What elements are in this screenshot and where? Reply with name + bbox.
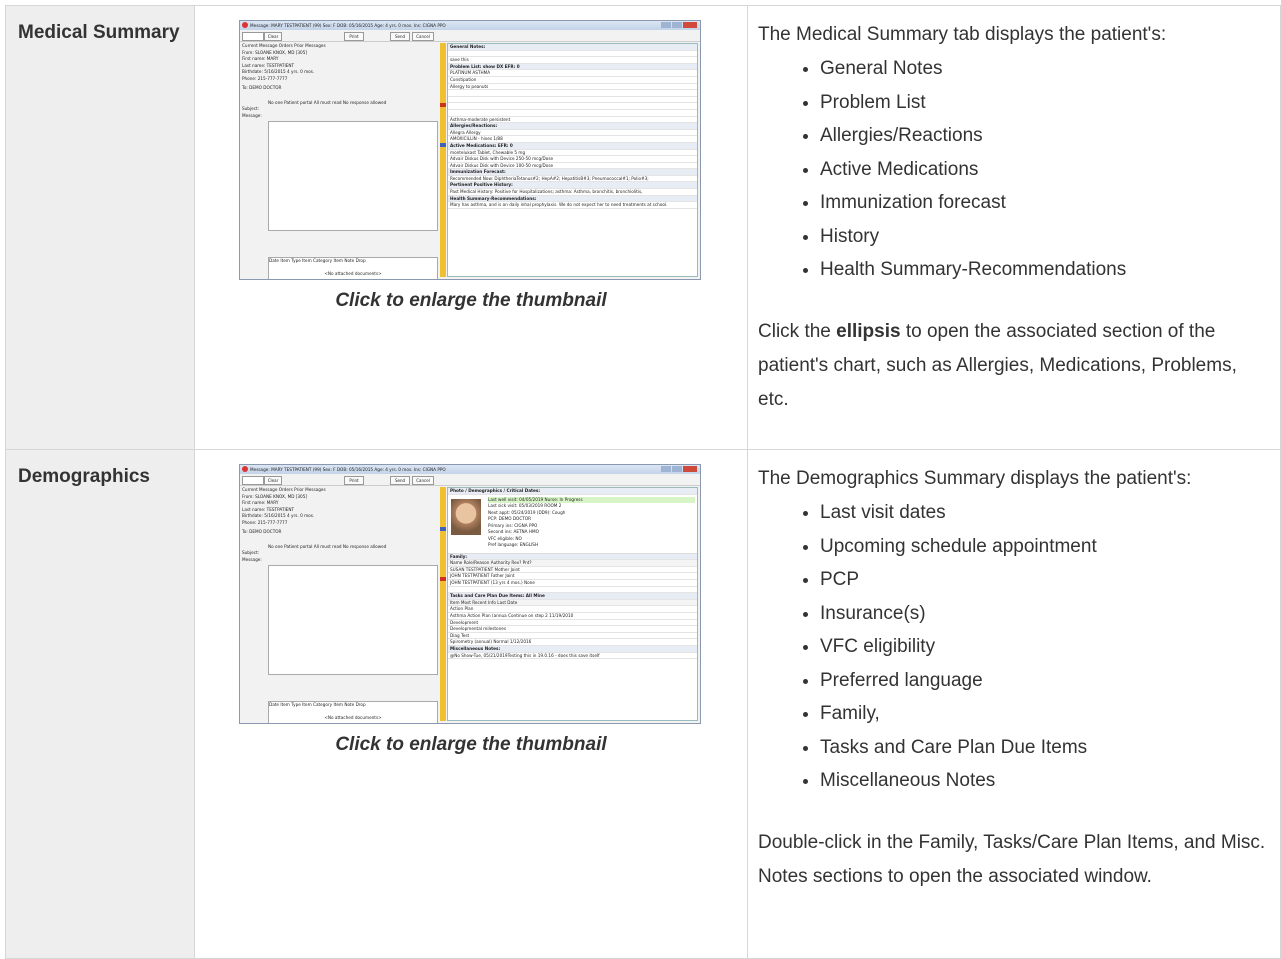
table-row: Medical Summary Message: MARY TESTPATIEN…: [5, 5, 1281, 450]
list-item: VFC eligibility: [820, 630, 1272, 664]
thumbnail-caption[interactable]: Click to enlarge the thumbnail: [195, 290, 747, 312]
demographics-thumbnail[interactable]: Message: MARY TESTPATIENT (99) Sex: F DO…: [239, 464, 701, 724]
list-item: Miscellaneous Notes: [820, 764, 1272, 798]
thumbnail-cell: Message: MARY TESTPATIENT (99) Sex: F DO…: [194, 449, 748, 959]
list-item: Last visit dates: [820, 496, 1272, 530]
list-item: Health Summary-Recommendations: [820, 253, 1272, 287]
table-row: Demographics Message: MARY TESTPATIENT (…: [5, 449, 1281, 959]
list-item: Tasks and Care Plan Due Items: [820, 731, 1272, 765]
description-note: Click the ellipsis to open the associate…: [758, 320, 1237, 410]
list-item: Upcoming schedule appointment: [820, 530, 1272, 564]
list-item: Insurance(s): [820, 597, 1272, 631]
list-item: Allergies/Reactions: [820, 119, 1272, 153]
list-item: General Notes: [820, 52, 1272, 86]
description-intro: The Demographics Summary displays the pa…: [758, 468, 1192, 489]
thumbnail-cell: Message: MARY TESTPATIENT (99) Sex: F DO…: [194, 5, 748, 450]
description-cell: The Demographics Summary displays the pa…: [747, 449, 1281, 959]
row-label-demographics: Demographics: [5, 449, 195, 959]
list-item: Preferred language: [820, 664, 1272, 698]
medical-summary-thumbnail[interactable]: Message: MARY TESTPATIENT (99) Sex: F DO…: [239, 20, 701, 280]
list-item: PCP: [820, 563, 1272, 597]
patient-photo: [451, 498, 481, 535]
list-item: History: [820, 220, 1272, 254]
list-item: Active Medications: [820, 153, 1272, 187]
summary-table: Medical Summary Message: MARY TESTPATIEN…: [5, 5, 1281, 959]
list-item: Immunization forecast: [820, 186, 1272, 220]
description-intro: The Medical Summary tab displays the pat…: [758, 24, 1167, 45]
list-item: Family,: [820, 697, 1272, 731]
description-cell: The Medical Summary tab displays the pat…: [747, 5, 1281, 450]
list-item: Problem List: [820, 86, 1272, 120]
thumbnail-caption[interactable]: Click to enlarge the thumbnail: [195, 734, 747, 756]
feature-list: General Notes Problem List Allergies/Rea…: [758, 52, 1272, 287]
row-label-medical-summary: Medical Summary: [5, 5, 195, 450]
feature-list: Last visit dates Upcoming schedule appoi…: [758, 496, 1272, 798]
description-note: Double-click in the Family, Tasks/Care P…: [758, 831, 1266, 887]
